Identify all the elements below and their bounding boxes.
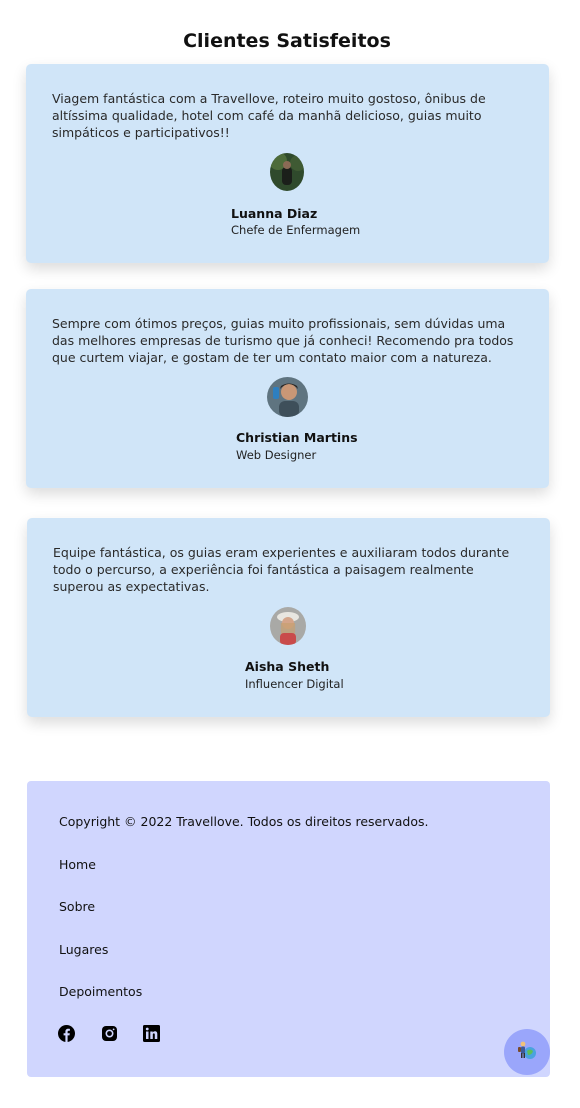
avatar: [267, 377, 308, 417]
footer-link-sobre[interactable]: Sobre: [59, 899, 95, 914]
copyright-text: Copyright © 2022 Travellove. Todos os di…: [59, 814, 429, 829]
testimonial-role: Chefe de Enfermagem: [231, 223, 361, 237]
testimonial-quote: Viagem fantástica com a Travellove, rote…: [52, 91, 486, 140]
avatar: [270, 153, 304, 191]
linkedin-icon[interactable]: [143, 1025, 160, 1042]
testimonial-quote: Equipe fantástica, os guias eram experie…: [53, 545, 510, 594]
testimonial-card: Equipe fantástica, os guias eram experie…: [27, 518, 550, 717]
footer: Copyright © 2022 Travellove. Todos os di…: [27, 781, 550, 1077]
footer-link-home[interactable]: Home: [59, 857, 96, 872]
testimonial-name: Christian Martins: [236, 430, 358, 445]
testimonial-card: Sempre com ótimos preços, guias muito pr…: [26, 289, 549, 488]
floating-travel-button[interactable]: [504, 1029, 550, 1075]
testimonial-name: Aisha Sheth: [245, 659, 330, 674]
facebook-icon[interactable]: [58, 1025, 75, 1042]
section-title: Clientes Satisfeitos: [183, 29, 391, 52]
instagram-icon[interactable]: [102, 1026, 117, 1041]
traveler-icon: [516, 1039, 538, 1065]
footer-link-lugares[interactable]: Lugares: [59, 942, 108, 957]
testimonial-card: Viagem fantástica com a Travellove, rote…: [26, 64, 549, 263]
testimonial-quote: Sempre com ótimos preços, guias muito pr…: [52, 316, 514, 365]
testimonial-role: Influencer Digital: [245, 677, 344, 691]
testimonial-name: Luanna Diaz: [231, 206, 318, 221]
footer-link-depoimentos[interactable]: Depoimentos: [59, 984, 142, 999]
avatar: [270, 607, 306, 645]
testimonial-role: Web Designer: [236, 448, 317, 462]
